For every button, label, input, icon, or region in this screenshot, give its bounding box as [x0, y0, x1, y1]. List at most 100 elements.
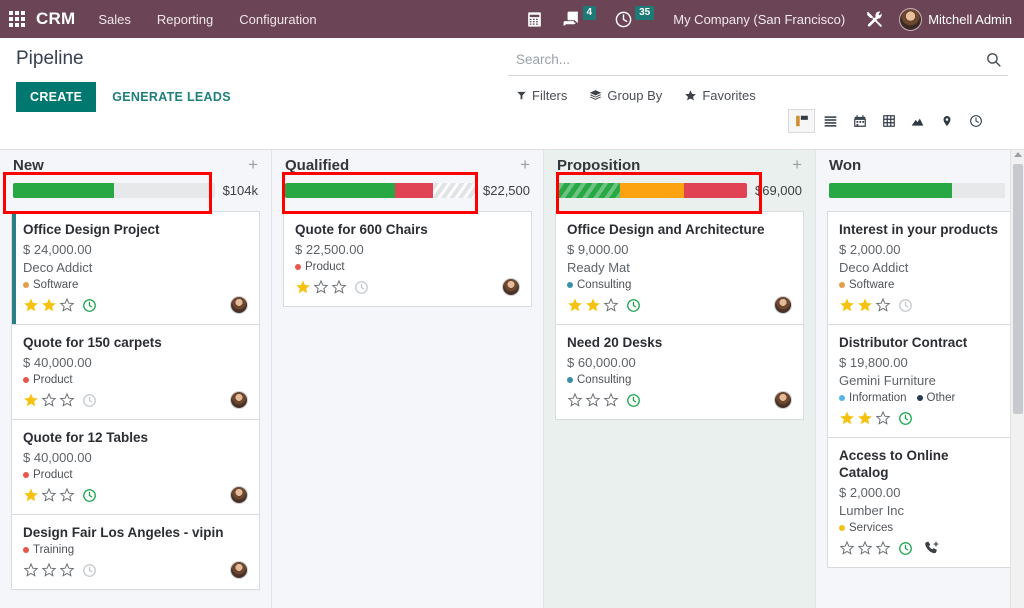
progress-segment-red[interactable] [684, 183, 747, 198]
activity-clock-icon-green[interactable] [626, 298, 641, 313]
view-activity-button[interactable] [962, 109, 989, 133]
priority-stars[interactable] [23, 562, 75, 578]
priority-stars[interactable] [295, 279, 347, 295]
star-empty-icon[interactable] [23, 562, 39, 578]
add-record-icon[interactable]: + [792, 156, 802, 173]
star-filled-icon[interactable] [41, 297, 57, 313]
star-empty-icon[interactable] [603, 392, 619, 408]
view-graph-button[interactable] [904, 109, 931, 133]
star-filled-icon[interactable] [857, 410, 873, 426]
star-empty-icon[interactable] [839, 540, 855, 556]
progress-segment-grey[interactable] [113, 183, 215, 198]
card-avatar[interactable] [774, 391, 792, 409]
favorites-dropdown[interactable]: Favorites [684, 88, 756, 103]
star-empty-icon[interactable] [567, 392, 583, 408]
activity-clock-icon-green[interactable] [898, 411, 913, 426]
search-input[interactable] [516, 52, 981, 67]
kanban-card[interactable]: Quote for 150 carpets $ 40,000.00 Produc… [11, 325, 260, 420]
messages-counter[interactable]: 4 [553, 0, 606, 38]
add-record-icon[interactable]: + [248, 156, 258, 173]
activities-counter[interactable]: 35 [605, 0, 663, 38]
search-bar[interactable] [508, 48, 1008, 76]
kanban-column-qualified[interactable]: Qualified + $22,500 Quote for 600 Chairs… [272, 150, 544, 608]
star-empty-icon[interactable] [585, 392, 601, 408]
kanban-card[interactable]: Quote for 12 Tables $ 40,000.00 Product [11, 420, 260, 515]
star-empty-icon[interactable] [875, 540, 891, 556]
star-empty-icon[interactable] [59, 297, 75, 313]
user-menu[interactable]: Mitchell Admin [893, 7, 1016, 31]
card-avatar[interactable] [230, 561, 248, 579]
star-filled-icon[interactable] [839, 297, 855, 313]
priority-stars[interactable] [839, 297, 891, 313]
menu-item-sales[interactable]: Sales [85, 0, 144, 38]
kanban-card[interactable]: Office Design and Architecture $ 9,000.0… [555, 211, 804, 325]
activity-clock-icon-green[interactable] [82, 298, 97, 313]
kanban-column-new[interactable]: New + $104k Office Design Project $ 24,0… [0, 150, 272, 608]
activity-clock-icon-green[interactable] [898, 541, 913, 556]
card-avatar[interactable] [230, 486, 248, 504]
activity-clock-icon-green[interactable] [82, 488, 97, 503]
star-filled-icon[interactable] [585, 297, 601, 313]
star-empty-icon[interactable] [41, 392, 57, 408]
card-avatar[interactable] [230, 296, 248, 314]
progress-segment-green[interactable] [829, 183, 953, 198]
priority-stars[interactable] [23, 487, 75, 503]
view-calendar-button[interactable] [846, 109, 873, 133]
star-filled-icon[interactable] [295, 279, 311, 295]
vertical-scrollbar[interactable] [1010, 150, 1024, 608]
star-filled-icon[interactable] [567, 297, 583, 313]
star-filled-icon[interactable] [23, 487, 39, 503]
app-brand[interactable]: CRM [34, 9, 85, 29]
kanban-card[interactable]: Interest in your products $ 2,000.00 Dec… [827, 211, 1013, 325]
column-progress-bar[interactable] [557, 183, 747, 198]
priority-stars[interactable] [567, 297, 619, 313]
star-empty-icon[interactable] [313, 279, 329, 295]
column-progress-bar[interactable] [13, 183, 215, 198]
card-avatar[interactable] [502, 278, 520, 296]
priority-stars[interactable] [23, 392, 75, 408]
progress-segment-red[interactable] [395, 183, 434, 198]
view-kanban-button[interactable] [788, 109, 815, 133]
tools-icon[interactable] [855, 0, 893, 38]
progress-segment-green[interactable] [285, 183, 396, 198]
progress-segment-green[interactable] [13, 183, 114, 198]
star-filled-icon[interactable] [857, 297, 873, 313]
kanban-card[interactable]: Need 20 Desks $ 60,000.00 Consulting [555, 325, 804, 420]
search-icon[interactable] [981, 51, 1006, 68]
star-empty-icon[interactable] [59, 562, 75, 578]
star-empty-icon[interactable] [875, 410, 891, 426]
star-empty-icon[interactable] [59, 392, 75, 408]
card-avatar[interactable] [774, 296, 792, 314]
kanban-card[interactable]: Office Design Project $ 24,000.00 Deco A… [11, 211, 260, 325]
view-pivot-button[interactable] [875, 109, 902, 133]
star-empty-icon[interactable] [857, 540, 873, 556]
phone-icon[interactable] [516, 0, 553, 38]
kanban-card[interactable]: Access to Online Catalog $ 2,000.00 Lumb… [827, 438, 1013, 568]
menu-item-reporting[interactable]: Reporting [144, 0, 226, 38]
star-empty-icon[interactable] [331, 279, 347, 295]
kanban-card[interactable]: Distributor Contract $ 19,800.00 Gemini … [827, 325, 1013, 438]
progress-segment-grey[interactable] [433, 183, 475, 198]
phone-add-icon[interactable] [923, 540, 939, 556]
group-by-dropdown[interactable]: Group By [589, 88, 662, 103]
scrollbar-thumb[interactable] [1013, 164, 1023, 414]
filters-dropdown[interactable]: Filters [516, 88, 567, 103]
menu-item-configuration[interactable]: Configuration [226, 0, 329, 38]
activity-clock-icon-grey[interactable] [82, 393, 97, 408]
star-empty-icon[interactable] [41, 562, 57, 578]
star-filled-icon[interactable] [23, 392, 39, 408]
star-empty-icon[interactable] [59, 487, 75, 503]
kanban-column-won[interactable]: Won Interest in your products $ 2,000.00… [816, 150, 1024, 608]
create-button[interactable]: CREATE [16, 82, 97, 112]
column-progress-bar[interactable] [829, 183, 1005, 198]
star-filled-icon[interactable] [23, 297, 39, 313]
activity-clock-icon-grey[interactable] [82, 563, 97, 578]
activity-clock-icon-grey[interactable] [898, 298, 913, 313]
view-map-button[interactable] [933, 109, 960, 133]
apps-grid-icon[interactable] [0, 0, 34, 38]
priority-stars[interactable] [839, 410, 891, 426]
priority-stars[interactable] [839, 540, 891, 556]
progress-segment-green[interactable] [557, 183, 620, 198]
generate-leads-button[interactable]: GENERATE LEADS [102, 82, 241, 112]
activity-clock-icon-grey[interactable] [354, 280, 369, 295]
